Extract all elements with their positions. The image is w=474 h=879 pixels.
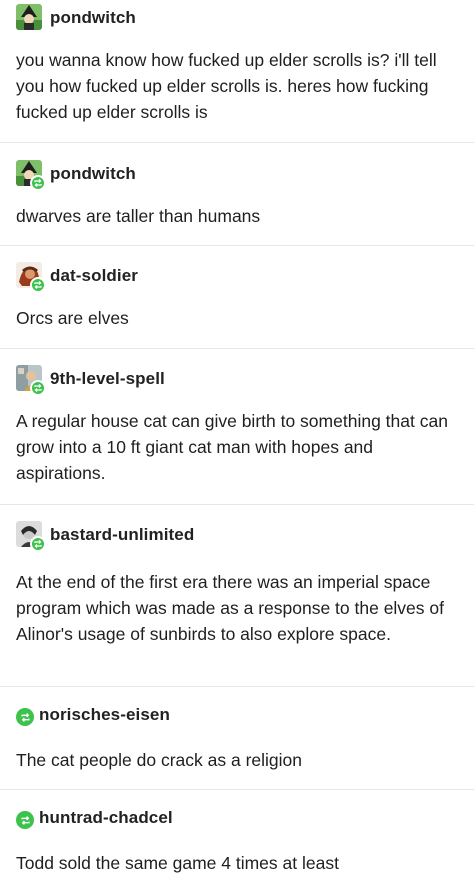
post-text: The cat people do crack as a religion (16, 750, 302, 770)
post-text: At the end of the first era there was an… (16, 572, 444, 644)
post: norisches-eisen The cat people do crack … (0, 687, 474, 790)
reblog-icon (30, 380, 46, 396)
post-header: dat-soldier (16, 262, 138, 293)
username[interactable]: pondwitch (50, 164, 136, 184)
post: pondwitch you wanna know how fucked up e… (0, 0, 474, 143)
post: 9th-level-spell A regular house cat can … (0, 349, 474, 505)
avatar[interactable] (16, 160, 46, 191)
username[interactable]: norisches-eisen (39, 705, 170, 725)
post-header: pondwitch (16, 160, 136, 191)
reblog-icon (16, 708, 34, 726)
witch-avatar-icon (16, 4, 42, 30)
post-header: huntrad-chadcel (16, 804, 173, 832)
post-text: dwarves are taller than humans (16, 206, 261, 226)
avatar[interactable] (16, 365, 46, 396)
post-text: Todd sold the same game 4 times at least (16, 853, 339, 873)
reblog-icon (30, 536, 46, 552)
username[interactable]: huntrad-chadcel (39, 808, 173, 828)
reblog-thread: pondwitch you wanna know how fucked up e… (0, 0, 474, 879)
avatar[interactable] (16, 262, 46, 293)
reblog-icon (16, 811, 34, 829)
username[interactable]: 9th-level-spell (50, 369, 165, 389)
post: pondwitch dwarves are taller than humans (0, 143, 474, 246)
post: dat-soldier Orcs are elves (0, 246, 474, 349)
post-header: norisches-eisen (16, 701, 170, 729)
username[interactable]: dat-soldier (50, 266, 138, 286)
post-header: pondwitch (16, 4, 136, 32)
username[interactable]: pondwitch (50, 8, 136, 28)
reblog-icon (30, 277, 46, 293)
post-text: Orcs are elves (16, 308, 129, 328)
avatar[interactable] (16, 521, 46, 552)
post: huntrad-chadcel Todd sold the same game … (0, 790, 474, 879)
username[interactable]: bastard-unlimited (50, 525, 194, 545)
post: bastard-unlimited At the end of the firs… (0, 505, 474, 687)
post-header: 9th-level-spell (16, 365, 165, 396)
reblog-icon (30, 175, 46, 191)
avatar[interactable] (16, 4, 44, 32)
post-header: bastard-unlimited (16, 521, 194, 552)
post-text: A regular house cat can give birth to so… (16, 411, 448, 483)
post-text: you wanna know how fucked up elder scrol… (16, 50, 437, 122)
